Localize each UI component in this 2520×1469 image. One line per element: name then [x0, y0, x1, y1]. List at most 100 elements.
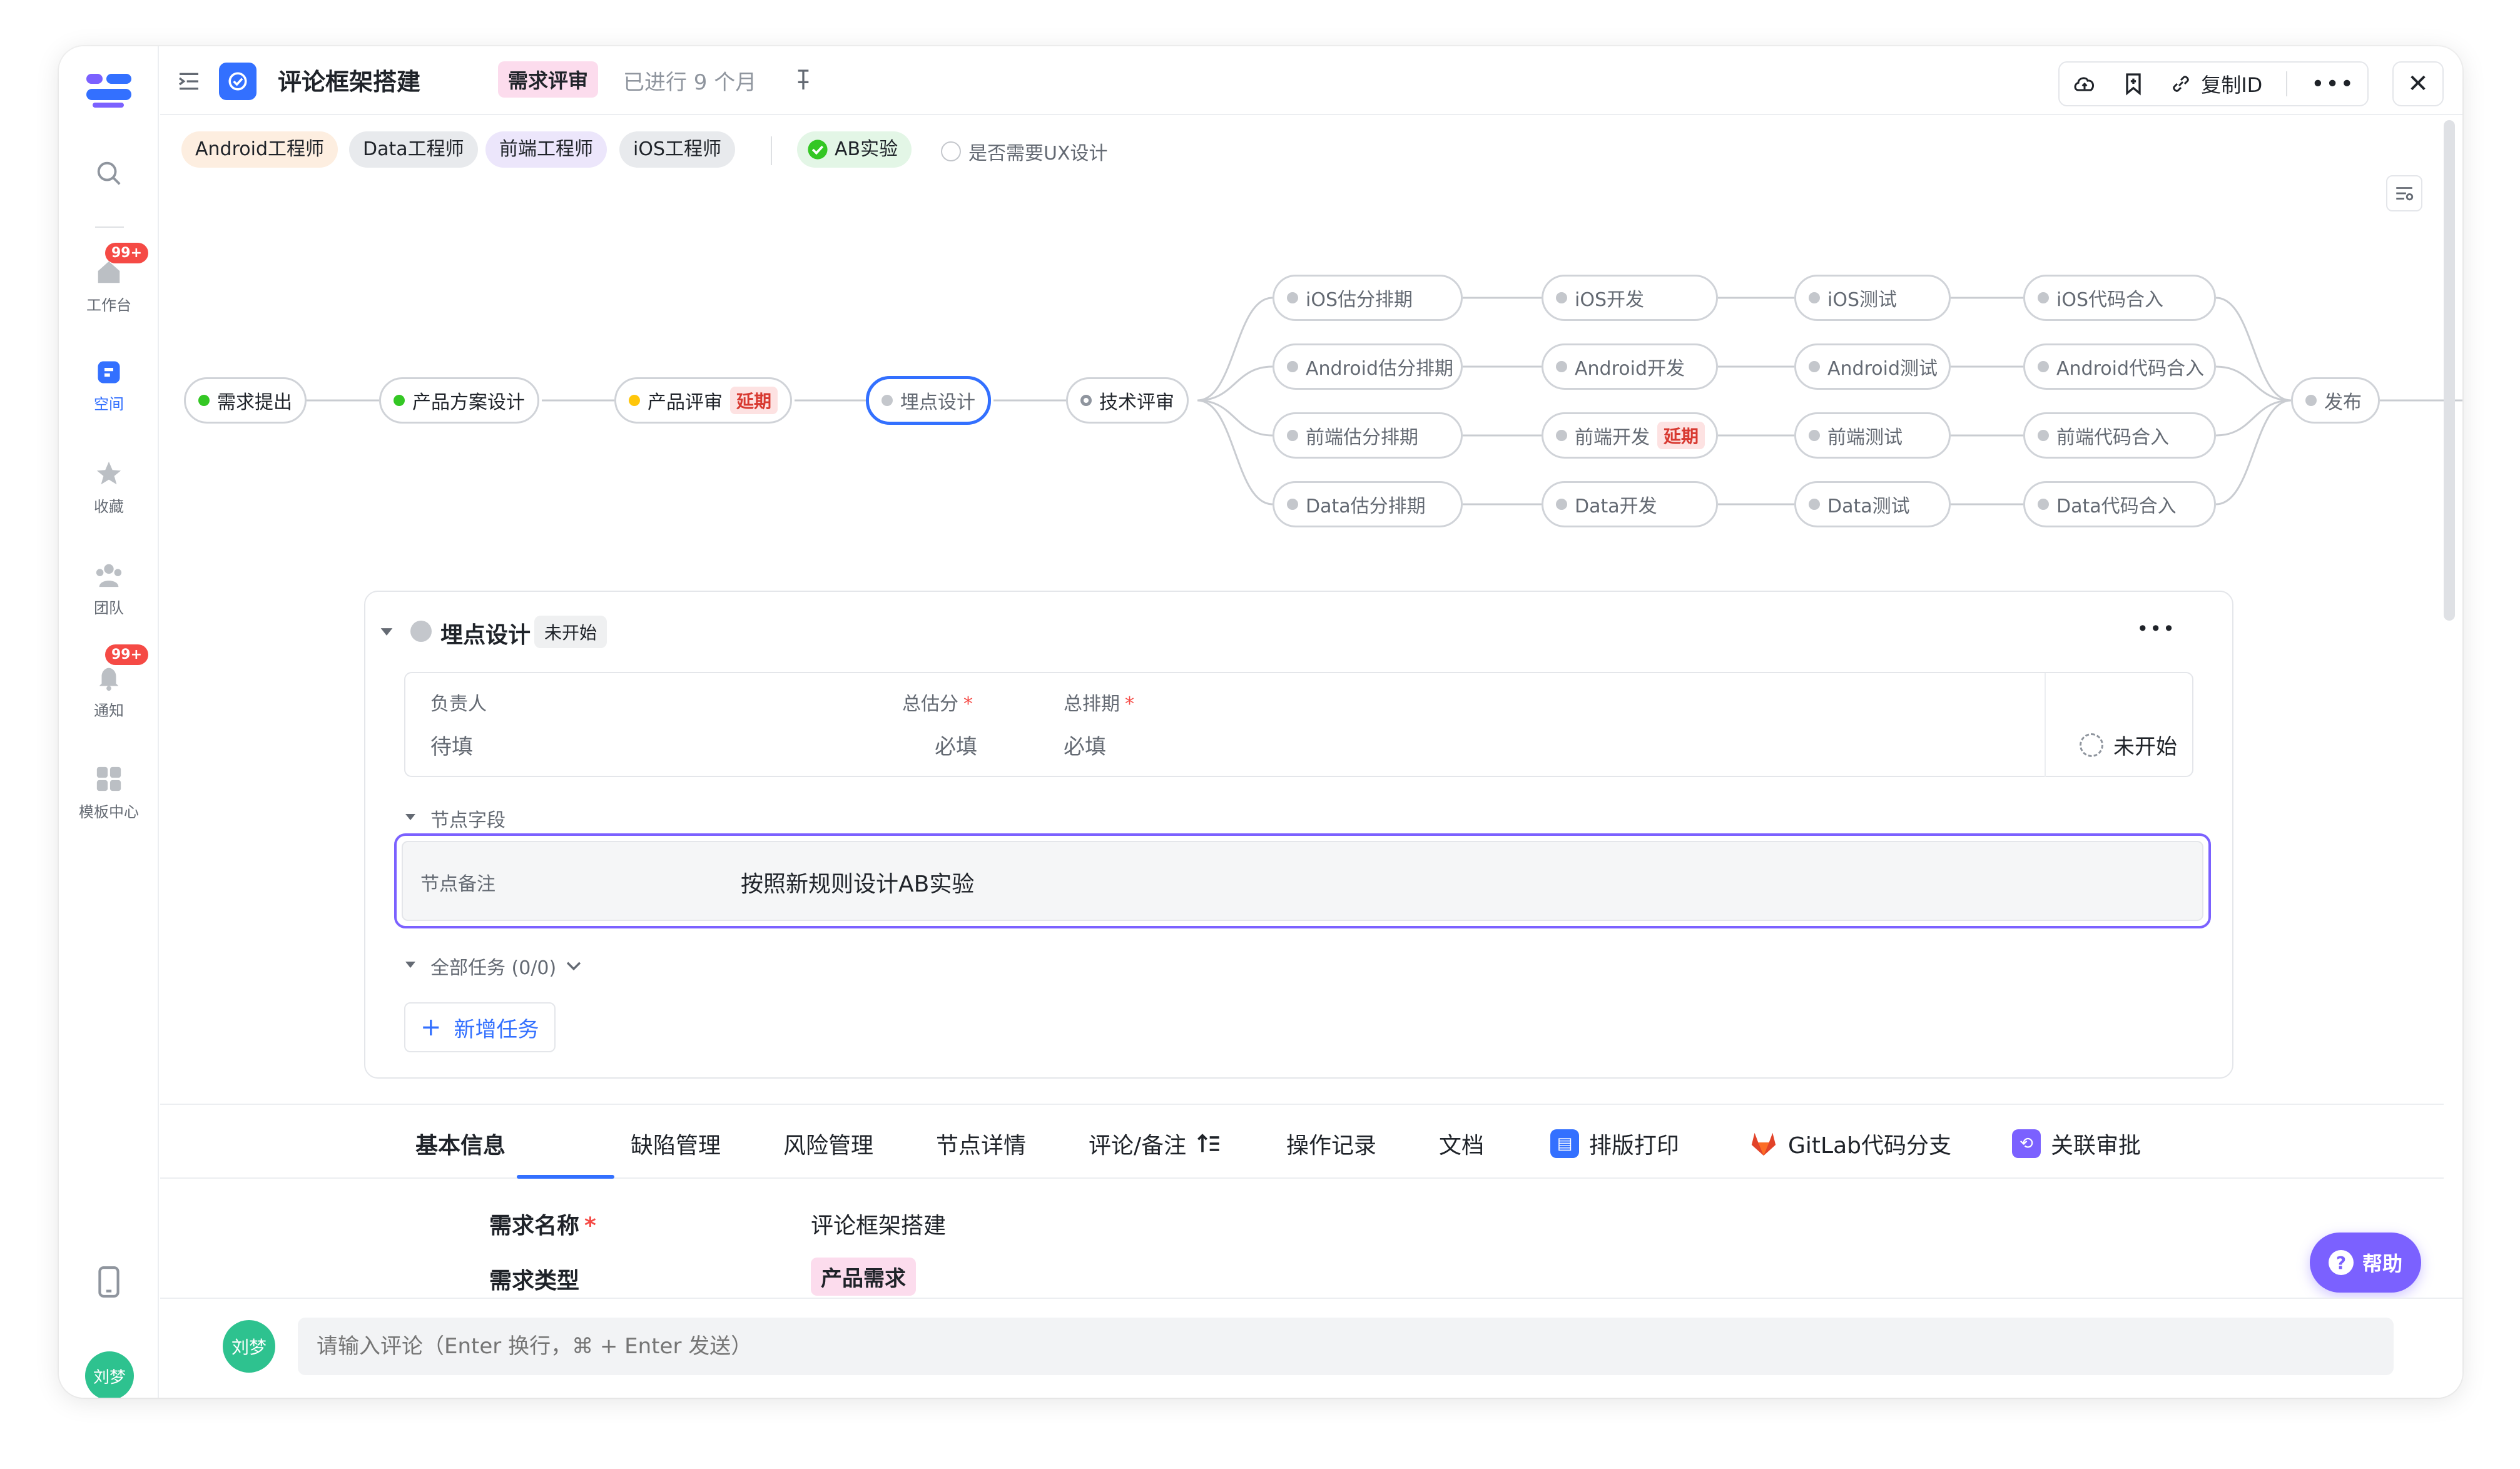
- flow-node-product-design[interactable]: 产品方案设计: [379, 377, 539, 424]
- note-label: 节点备注: [420, 873, 495, 895]
- comment-input[interactable]: [298, 1318, 2394, 1375]
- node-label: 需求提出: [217, 392, 292, 414]
- requirement-type-value[interactable]: 产品需求: [811, 1258, 916, 1296]
- tab-gitlab-branch[interactable]: GitLab代码分支: [1749, 1127, 1951, 1160]
- node-label: 前端开发: [1575, 427, 1650, 449]
- plus-icon: +: [420, 1013, 442, 1042]
- status-dot: [394, 395, 405, 406]
- flow-node-lane[interactable]: Android代码合入: [2023, 343, 2216, 390]
- collapse-caret-icon[interactable]: [403, 810, 418, 825]
- flow-node-release[interactable]: 发布: [2291, 377, 2380, 424]
- status-dot: [198, 395, 210, 406]
- tab-risks[interactable]: 风险管理: [783, 1127, 873, 1160]
- tab-documents[interactable]: 文档: [1439, 1127, 1484, 1160]
- note-field-wrapper[interactable]: 节点备注 按照新规则设计AB实验: [394, 833, 2211, 928]
- print-icon: ▤: [1550, 1129, 1579, 1158]
- requirement-name-label: 需求名称 *: [489, 1213, 596, 1239]
- requirement-name-value[interactable]: 评论框架搭建: [811, 1207, 946, 1240]
- note-field[interactable]: 节点备注 按照新规则设计AB实验: [402, 841, 2203, 921]
- rail-mobile[interactable]: [59, 1266, 159, 1304]
- flow-node-lane[interactable]: iOS测试: [1794, 275, 1951, 321]
- add-task-button[interactable]: + 新增任务: [404, 1002, 556, 1052]
- tab-print-layout[interactable]: ▤ 排版打印: [1550, 1127, 1679, 1160]
- collapse-caret-icon[interactable]: [403, 957, 418, 972]
- help-icon: ?: [2328, 1250, 2354, 1275]
- node-label: 发布: [2324, 392, 2362, 414]
- flow-node-product-review[interactable]: 产品评审 延期: [614, 377, 793, 424]
- chevron-down-icon[interactable]: [563, 955, 584, 976]
- flow-node-lane[interactable]: Android估分排期: [1273, 343, 1463, 390]
- flow-node-tech-review[interactable]: 技术评审: [1066, 377, 1189, 424]
- flow-node-lane[interactable]: Data开发: [1542, 481, 1718, 527]
- flow-node-tracking-design[interactable]: 埋点设计: [866, 376, 991, 425]
- flow-node-lane[interactable]: Data估分排期: [1273, 481, 1463, 527]
- node-label: iOS代码合入: [2056, 289, 2163, 311]
- node-label: iOS开发: [1575, 289, 1644, 311]
- node-label: Android代码合入: [2056, 358, 2204, 380]
- owner-field[interactable]: 待填: [430, 729, 473, 760]
- node-label: Android开发: [1575, 358, 1685, 380]
- tab-active-indicator: [517, 1175, 614, 1179]
- flow-node-lane[interactable]: 前端测试: [1794, 412, 1951, 459]
- divider: [2045, 673, 2046, 777]
- node-label: 前端代码合入: [2056, 427, 2169, 449]
- schedule-label: 总排期 *: [1064, 693, 1134, 715]
- flow-node-lane[interactable]: Android开发: [1542, 343, 1718, 390]
- node-label: 产品评审: [648, 392, 723, 414]
- node-label: 埋点设计: [900, 392, 975, 414]
- sort-icon[interactable]: [1196, 1131, 1221, 1156]
- tab-defects[interactable]: 缺陷管理: [631, 1127, 721, 1160]
- flow-node-lane[interactable]: iOS估分排期: [1273, 275, 1463, 321]
- node-label: Data估分排期: [1306, 496, 1426, 517]
- status-dot: [881, 395, 893, 406]
- flow-node-lane[interactable]: Android测试: [1794, 343, 1951, 390]
- note-value[interactable]: 按照新规则设计AB实验: [741, 866, 974, 898]
- requirement-type-label: 需求类型: [489, 1268, 580, 1294]
- pending-icon: [2080, 733, 2103, 757]
- tab-comments[interactable]: 评论/备注: [1089, 1127, 1221, 1160]
- flow-node-lane[interactable]: 前端估分排期: [1273, 412, 1463, 459]
- help-button[interactable]: ? 帮助: [2309, 1233, 2421, 1293]
- comment-bar: 刘梦: [160, 1298, 2462, 1398]
- gitlab-icon: [1751, 1132, 1776, 1156]
- node-label: Data代码合入: [2056, 496, 2177, 517]
- status-dot: [629, 395, 640, 406]
- node-label: Data开发: [1575, 496, 1657, 517]
- rail-item-templates[interactable]: 模板中心: [59, 765, 159, 821]
- flow-node-requirement[interactable]: 需求提出: [184, 377, 307, 424]
- flow-node-lane[interactable]: 前端代码合入: [2023, 412, 2216, 459]
- collapse-caret-icon[interactable]: [378, 623, 395, 641]
- flow-node-lane[interactable]: Data代码合入: [2023, 481, 2216, 527]
- schedule-field[interactable]: 必填: [1064, 729, 1106, 760]
- tab-approvals[interactable]: ⟲ 关联审批: [2012, 1127, 2141, 1160]
- help-label: 帮助: [2362, 1252, 2402, 1276]
- node-label: iOS估分排期: [1306, 289, 1413, 311]
- notification-badge: 99+: [105, 644, 149, 665]
- rail-label: 模板中心: [79, 803, 139, 821]
- node-title: 埋点设计: [440, 623, 531, 648]
- estimate-label: 总估分 *: [902, 693, 973, 715]
- progress-status[interactable]: 未开始: [2080, 729, 2177, 760]
- tab-node-details[interactable]: 节点详情: [936, 1127, 1026, 1160]
- node-detail-card: 埋点设计 未开始 ••• 负责人 待填 总估分 * 必填 总排期 * 必填 未开始 …: [364, 591, 2233, 1079]
- mobile-icon: [98, 1266, 119, 1298]
- node-label: Android测试: [1827, 358, 1938, 380]
- scrollbar[interactable]: [2444, 120, 2455, 621]
- flow-node-lane[interactable]: 前端开发 延期: [1542, 412, 1718, 459]
- delay-badge: 延期: [1657, 422, 1705, 449]
- summary-box: 负责人 待填 总估分 * 必填 总排期 * 必填 未开始: [404, 672, 2193, 777]
- flow-node-lane[interactable]: iOS开发: [1542, 275, 1718, 321]
- node-label: 技术评审: [1099, 392, 1174, 414]
- add-task-label: 新增任务: [454, 1017, 539, 1042]
- tab-basic-info[interactable]: 基本信息: [415, 1127, 506, 1160]
- flow-node-lane[interactable]: Data测试: [1794, 481, 1951, 527]
- node-label: 产品方案设计: [412, 392, 525, 414]
- app-window: 工作台 99+ 空间 收藏 团队 通知 99+ 模板中心 刘梦 评论框架搭建 需…: [59, 46, 2462, 1398]
- user-avatar[interactable]: 刘梦: [85, 1351, 134, 1398]
- node-label: iOS测试: [1827, 289, 1897, 311]
- more-icon[interactable]: •••: [2136, 617, 2176, 641]
- estimate-field[interactable]: 必填: [935, 729, 977, 760]
- tab-activity-log[interactable]: 操作记录: [1286, 1127, 1376, 1160]
- flow-node-lane[interactable]: iOS代码合入: [2023, 275, 2216, 321]
- rail-item-notifications[interactable]: 通知 99+: [59, 644, 159, 720]
